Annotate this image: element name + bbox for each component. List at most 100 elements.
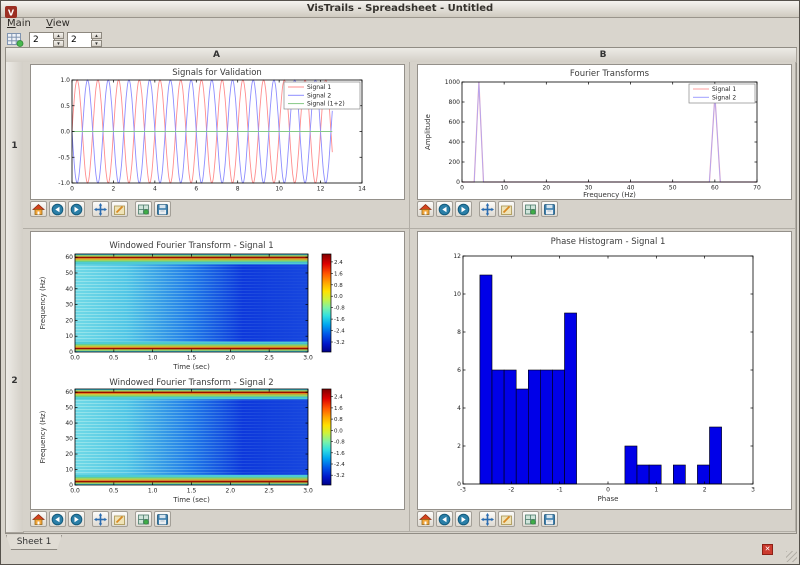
back-button[interactable] xyxy=(436,511,453,527)
svg-text:3: 3 xyxy=(751,487,755,494)
save-button[interactable] xyxy=(541,201,558,217)
save-button[interactable] xyxy=(154,201,171,217)
row-count-up-icon[interactable]: ▲ xyxy=(53,32,64,39)
home-button[interactable] xyxy=(30,511,47,527)
svg-text:10: 10 xyxy=(453,291,461,298)
figure-canvas-fourier[interactable]: Fourier Transforms0102030405060700200400… xyxy=(417,64,792,200)
forward-icon xyxy=(70,513,83,526)
subplots-button[interactable] xyxy=(135,201,152,217)
back-icon xyxy=(438,513,451,526)
svg-text:Fourier Transforms: Fourier Transforms xyxy=(570,69,650,79)
cell-b1: Fourier Transforms0102030405060700200400… xyxy=(410,62,796,229)
menu-main[interactable]: Main xyxy=(7,18,31,29)
svg-text:60: 60 xyxy=(65,389,73,396)
back-icon xyxy=(51,203,64,216)
pan-icon xyxy=(481,203,494,216)
signals-line-chart[interactable]: Signals for Validation02468101214-1.0-0.… xyxy=(31,65,404,199)
subplots-button[interactable] xyxy=(522,201,539,217)
home-icon xyxy=(32,203,45,216)
row-count-down-icon[interactable]: ▼ xyxy=(53,40,64,47)
svg-text:0.0: 0.0 xyxy=(334,428,343,434)
resize-grip[interactable] xyxy=(786,551,797,562)
back-button[interactable] xyxy=(49,511,66,527)
back-button[interactable] xyxy=(49,201,66,217)
cell-a2: 2.41.60.80.0-0.8-1.6-2.4-3.2Windowed Fou… xyxy=(23,229,410,532)
row-count-spinbox: ▲ ▼ xyxy=(29,32,65,48)
column-header-b[interactable]: B xyxy=(410,48,797,63)
subplots-icon xyxy=(137,203,150,216)
close-red-icon[interactable]: ✕ xyxy=(762,544,773,555)
svg-text:40: 40 xyxy=(65,420,73,427)
svg-text:70: 70 xyxy=(753,185,761,192)
zoom-button[interactable] xyxy=(498,201,515,217)
pan-button[interactable] xyxy=(92,201,109,217)
column-count-down-icon[interactable]: ▼ xyxy=(91,40,102,47)
figure-canvas-wft[interactable]: 2.41.60.80.0-0.8-1.6-2.4-3.2Windowed Fou… xyxy=(30,231,405,510)
fourier-line-chart[interactable]: Fourier Transforms0102030405060700200400… xyxy=(418,65,791,199)
pan-button[interactable] xyxy=(92,511,109,527)
forward-icon xyxy=(457,203,470,216)
home-button[interactable] xyxy=(417,201,434,217)
zoom-icon xyxy=(500,513,513,526)
subplots-button[interactable] xyxy=(522,511,539,527)
svg-text:0: 0 xyxy=(456,179,460,186)
row-count-input[interactable] xyxy=(29,32,55,48)
wft-signal1-heatmap[interactable]: 2.41.60.80.0-0.8-1.6-2.4-3.2Windowed Fou… xyxy=(31,232,404,378)
subplots-icon xyxy=(524,513,537,526)
svg-text:-1.0: -1.0 xyxy=(58,180,70,187)
subplots-button[interactable] xyxy=(135,511,152,527)
figure-canvas-phasehist[interactable]: Phase Histogram - Signal 1-3-2-101230246… xyxy=(417,231,792,510)
back-button[interactable] xyxy=(436,201,453,217)
sheet-tab[interactable]: Sheet 1 xyxy=(6,535,62,550)
save-button[interactable] xyxy=(154,511,171,527)
forward-button[interactable] xyxy=(455,201,472,217)
svg-text:10: 10 xyxy=(65,467,73,474)
forward-button[interactable] xyxy=(455,511,472,527)
svg-text:0: 0 xyxy=(69,349,73,356)
svg-text:0.5: 0.5 xyxy=(60,103,70,110)
svg-text:50: 50 xyxy=(65,270,73,277)
pan-button[interactable] xyxy=(479,201,496,217)
save-icon xyxy=(156,513,169,526)
home-button[interactable] xyxy=(30,201,47,217)
forward-button[interactable] xyxy=(68,201,85,217)
svg-text:60: 60 xyxy=(711,185,719,192)
phase-histogram-chart[interactable]: Phase Histogram - Signal 1-3-2-101230246… xyxy=(418,232,791,509)
forward-button[interactable] xyxy=(68,511,85,527)
zoom-button[interactable] xyxy=(498,511,515,527)
svg-text:0.5: 0.5 xyxy=(109,355,119,362)
svg-text:2.0: 2.0 xyxy=(226,488,236,495)
svg-text:10: 10 xyxy=(500,185,508,192)
svg-text:Phase: Phase xyxy=(598,495,619,503)
row-header-1[interactable]: 1 xyxy=(6,62,24,230)
figure-canvas-signals[interactable]: Signals for Validation02468101214-1.0-0.… xyxy=(30,64,405,200)
cell-a1: Signals for Validation02468101214-1.0-0.… xyxy=(23,62,410,229)
vistrails-spreadsheet-window: V VisTrails - Spreadsheet - Untitled Mai… xyxy=(0,0,800,565)
column-header-a[interactable]: A xyxy=(23,48,411,63)
svg-text:1.6: 1.6 xyxy=(334,271,343,277)
svg-text:6: 6 xyxy=(457,367,461,374)
svg-text:Amplitude: Amplitude xyxy=(424,114,432,150)
svg-text:30: 30 xyxy=(65,302,73,309)
save-button[interactable] xyxy=(541,511,558,527)
svg-text:3.0: 3.0 xyxy=(303,488,313,495)
svg-text:40: 40 xyxy=(65,286,73,293)
row-header-2[interactable]: 2 xyxy=(6,229,24,533)
svg-text:12: 12 xyxy=(317,186,325,193)
svg-text:4: 4 xyxy=(457,405,461,412)
menu-view[interactable]: View xyxy=(46,18,70,29)
wft-signal2-heatmap[interactable]: 2.41.60.80.0-0.8-1.6-2.4-3.2Windowed Fou… xyxy=(31,378,404,509)
svg-text:Time (sec): Time (sec) xyxy=(172,496,210,504)
resize-grid-button[interactable] xyxy=(5,32,25,48)
titlebar[interactable]: V VisTrails - Spreadsheet - Untitled xyxy=(1,1,799,18)
column-count-spinbox: ▲ ▼ xyxy=(67,32,103,48)
zoom-button[interactable] xyxy=(111,511,128,527)
sheet-tab-bar: Sheet 1 xyxy=(1,534,799,556)
svg-text:Signal (1+2): Signal (1+2) xyxy=(307,101,345,108)
column-count-up-icon[interactable]: ▲ xyxy=(91,32,102,39)
column-count-input[interactable] xyxy=(67,32,93,48)
home-button[interactable] xyxy=(417,511,434,527)
pan-button[interactable] xyxy=(479,511,496,527)
zoom-button[interactable] xyxy=(111,201,128,217)
svg-text:2: 2 xyxy=(703,487,707,494)
